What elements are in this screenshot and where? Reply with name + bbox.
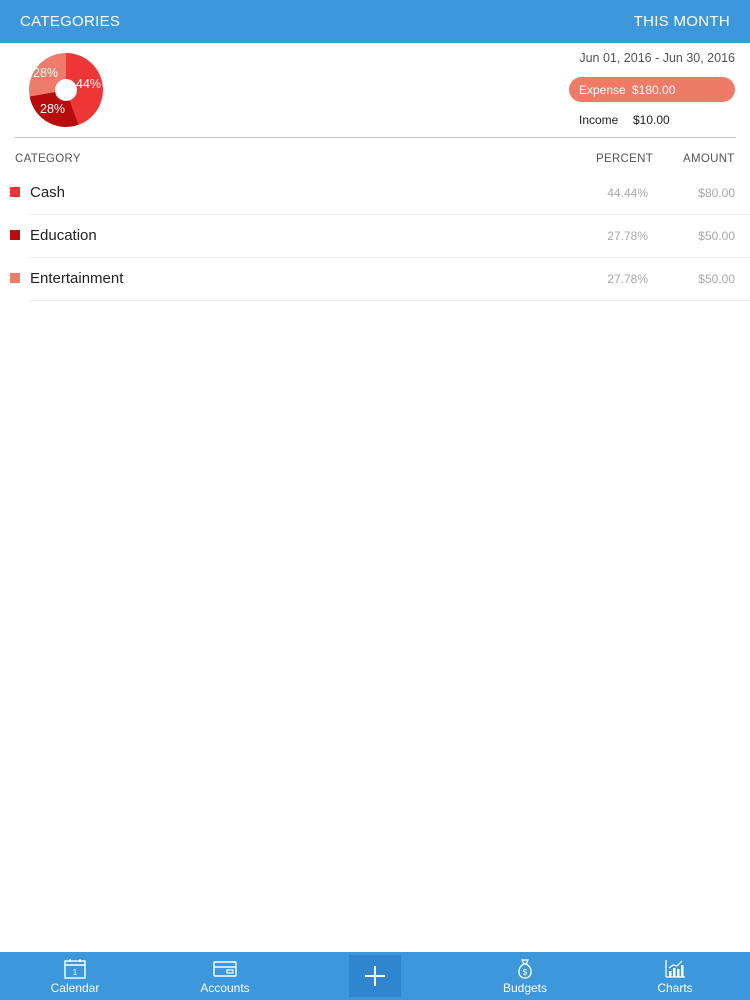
income-value: $10.00 [633, 113, 670, 127]
calendar-icon: 1 [63, 959, 87, 979]
category-row-entertainment[interactable]: Entertainment 27.78% $50.00 [0, 258, 750, 301]
color-swatch [10, 230, 20, 240]
date-range: Jun 01, 2016 - Jun 30, 2016 [579, 51, 735, 65]
category-percent: 27.78% [607, 229, 648, 243]
money-bag-icon: $ [513, 959, 537, 979]
category-amount: $50.00 [698, 272, 735, 286]
pie-label-cash: 44% [76, 77, 102, 91]
category-percent: 44.44% [607, 186, 648, 200]
divider [14, 137, 736, 138]
category-percent: 27.78% [607, 272, 648, 286]
pie-hole [55, 79, 77, 101]
color-swatch [10, 187, 20, 197]
svg-text:$: $ [523, 968, 528, 977]
pie-label-entertainment: 28% [33, 66, 59, 80]
category-name: Cash [30, 184, 66, 201]
pie-label-education: 28% [40, 102, 66, 116]
top-bar: CATEGORIES THIS MONTH [0, 0, 750, 43]
column-header-category: CATEGORY [15, 153, 81, 165]
category-amount: $80.00 [698, 186, 735, 200]
tab-accounts[interactable]: Accounts [170, 952, 280, 1000]
category-amount: $50.00 [698, 229, 735, 243]
svg-text:1: 1 [73, 968, 78, 977]
column-header-percent: PERCENT [596, 153, 654, 165]
chart-icon [663, 959, 687, 979]
period-selector[interactable]: THIS MONTH [634, 13, 730, 30]
expense-value: $180.00 [632, 83, 676, 97]
add-transaction-button[interactable] [349, 955, 401, 997]
column-header-amount: AMOUNT [683, 153, 735, 165]
expense-pill[interactable]: Expense $180.00 [569, 77, 735, 102]
tab-label: Budgets [502, 981, 548, 995]
tab-budgets[interactable]: $ Budgets [470, 952, 580, 1000]
tab-label: Charts [657, 981, 693, 995]
expense-label: Expense [579, 83, 626, 97]
row-divider [28, 300, 750, 301]
card-icon [213, 959, 237, 979]
color-swatch [10, 273, 20, 283]
income-label: Income [579, 113, 619, 127]
categories-title[interactable]: CATEGORIES [20, 13, 120, 30]
category-name: Education [30, 227, 97, 244]
category-pie-chart: 44% 28% 28% [28, 52, 104, 128]
tab-charts[interactable]: Charts [620, 952, 730, 1000]
tab-label: Calendar [50, 981, 100, 995]
category-row-education[interactable]: Education 27.78% $50.00 [0, 215, 750, 258]
tab-label: Accounts [200, 981, 250, 995]
category-name: Entertainment [30, 270, 124, 287]
tab-calendar[interactable]: 1 Calendar [20, 952, 130, 1000]
income-summary[interactable]: Income $10.00 [579, 113, 670, 127]
category-row-cash[interactable]: Cash 44.44% $80.00 [0, 172, 750, 215]
